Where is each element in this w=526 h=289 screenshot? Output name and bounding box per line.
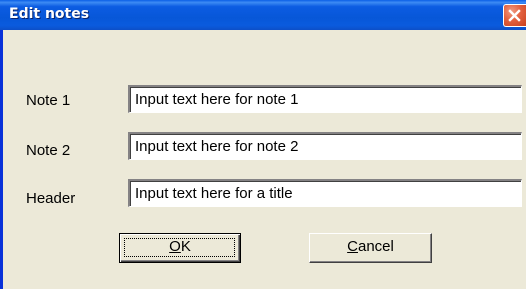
ok-button-label: OK [169, 238, 191, 255]
edit-notes-dialog: Edit notes Note 1 Note 2 Header OK Cance… [0, 0, 526, 289]
ok-label-rest: K [180, 238, 191, 255]
cancel-button[interactable]: Cancel [309, 233, 432, 263]
header-input[interactable] [128, 179, 522, 207]
title-bar[interactable]: Edit notes [0, 0, 526, 30]
note-2-input[interactable] [128, 132, 522, 160]
ok-accelerator-key: O [169, 238, 181, 255]
header-label: Header [26, 190, 76, 207]
cancel-label-rest: ancel [357, 238, 394, 255]
note-2-label: Note 2 [26, 142, 71, 159]
cancel-button-label: Cancel [347, 238, 394, 255]
close-button[interactable] [503, 4, 526, 27]
note-1-label: Note 1 [26, 92, 71, 109]
window-frame-border [0, 30, 3, 289]
cancel-accelerator-key: C [347, 238, 358, 255]
window-title: Edit notes [9, 6, 90, 22]
close-x-icon [508, 9, 521, 22]
note-1-input[interactable] [128, 85, 522, 113]
ok-button[interactable]: OK [119, 233, 241, 263]
